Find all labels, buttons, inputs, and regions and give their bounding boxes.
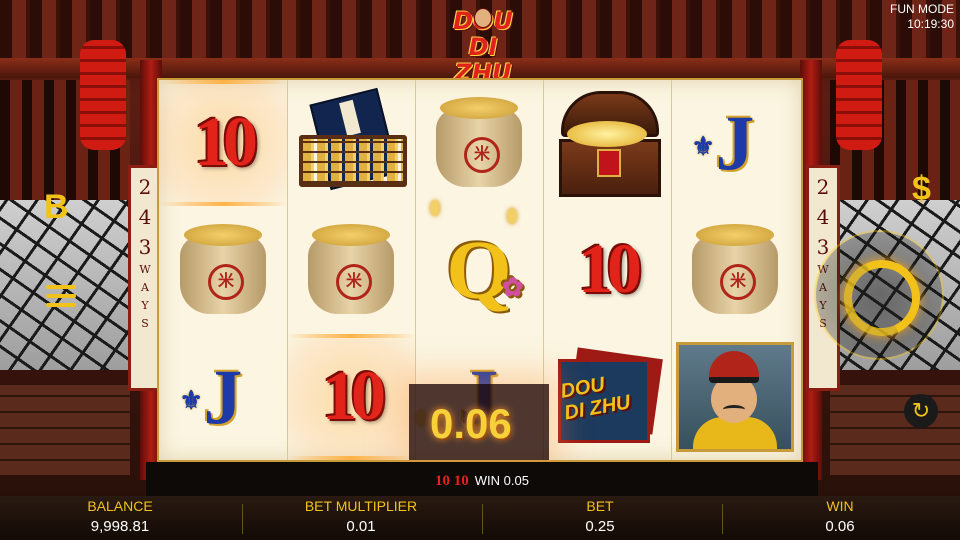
ways-digit: 3: [138, 235, 152, 259]
divider: [482, 504, 483, 534]
bet-field[interactable]: BET 0.25: [540, 496, 660, 540]
spin-arrow-icon: [833, 249, 931, 347]
bet-multiplier-label: BET MULTIPLIER: [304, 498, 418, 514]
game-screen: DOU DI ZHU FUN MODE 10:19:30 2 4 3 W A Y…: [0, 0, 960, 540]
menu-button[interactable]: [46, 280, 76, 312]
firecracker-icon: [80, 40, 126, 150]
bottom-bar: BALANCE 9,998.81 BET MULTIPLIER 0.01 BET…: [0, 496, 960, 540]
clock: 10:19:30: [907, 17, 954, 31]
win-line-info: 10 10 WIN 0.05: [146, 462, 818, 496]
seal-glyph: 米: [336, 264, 372, 300]
seal-glyph: 米: [720, 264, 756, 300]
balance-value: 9,998.81: [90, 518, 150, 535]
ten-glyph: 10: [322, 358, 386, 435]
ways-digit: 4: [138, 205, 152, 229]
reel-5: ⚜ J 米: [671, 80, 799, 460]
reel-1: 10 米 ⚜ J: [159, 80, 288, 460]
status-area: FUN MODE 10:19:30: [890, 2, 954, 32]
win-label: WIN: [826, 498, 854, 514]
ways-letter: W: [139, 263, 151, 276]
bet-settings-button[interactable]: $: [912, 170, 931, 209]
spin-button[interactable]: [816, 232, 942, 358]
ways-digit: 2: [816, 175, 830, 199]
rice-sack-icon: 米: [178, 220, 268, 320]
ways-digit: 4: [816, 205, 830, 229]
buy-bonus-button[interactable]: B: [44, 188, 69, 227]
coin-icon: [507, 208, 517, 224]
dou-di-zhu-logo-icon: DOU DI ZHU: [552, 347, 663, 445]
symbol-landlord: [671, 334, 799, 460]
divider: [722, 504, 723, 534]
mode-label: FUN MODE: [890, 2, 954, 16]
j-letter: J: [203, 353, 243, 440]
landlord-face-icon: [474, 8, 492, 28]
rice-sack-icon: 米: [306, 220, 396, 320]
lotus-icon: ✿: [501, 272, 524, 302]
symbol-game-logo: DOU DI ZHU: [543, 334, 671, 460]
rice-sack-icon: 米: [434, 93, 524, 193]
ways-letter: Y: [141, 299, 149, 313]
j-glyph: ⚜ J: [692, 98, 755, 188]
j-glyph: ⚜ J: [180, 352, 243, 442]
win-line-message: 10 10 WIN 0.05: [146, 473, 818, 490]
symbol-j: ⚜ J: [671, 80, 799, 206]
coin-icon: [430, 200, 440, 216]
ten-glyph: 10: [194, 104, 258, 181]
fleur-icon: ⚜: [691, 132, 715, 161]
win-line-text: WIN 0.05: [474, 473, 529, 488]
ways-letter: S: [141, 317, 149, 331]
game-logo: DOU DI ZHU: [438, 8, 528, 86]
treasure-chest-icon: [557, 91, 661, 197]
q-letter: Q: [446, 223, 512, 317]
logo-line-2: DI ZHU: [454, 33, 512, 87]
ways-banner-left: 2 4 3 W A Y S: [128, 165, 162, 391]
divider: [242, 504, 243, 534]
symbol-rice-sack: 米: [671, 207, 799, 333]
symbol-book-abacus: [287, 80, 415, 206]
rice-sack-icon: 米: [690, 220, 780, 320]
landlord-portrait-icon: [676, 342, 794, 452]
symbol-ten: 10: [287, 334, 415, 460]
bet-label: BET: [586, 498, 614, 514]
bet-multiplier-field[interactable]: BET MULTIPLIER 0.01: [276, 496, 446, 540]
win-amount: 0.06: [430, 400, 512, 447]
win-line-symbols: 10 10: [435, 473, 469, 489]
symbol-ten: 10: [543, 207, 671, 333]
ways-digit: 2: [138, 175, 152, 199]
symbol-rice-sack: 米: [159, 207, 287, 333]
menu-icon: [46, 285, 76, 289]
win-value: 0.06: [825, 518, 855, 535]
seal-glyph: 米: [464, 137, 500, 173]
ledger-abacus-icon: [299, 87, 407, 191]
symbol-treasure-chest: [543, 80, 671, 206]
symbol-rice-sack: 米: [415, 80, 543, 206]
fleur-icon: ⚜: [179, 386, 203, 415]
win-field: WIN 0.06: [780, 496, 900, 540]
q-glyph: Q ✿: [446, 222, 523, 319]
balance-field: BALANCE 9,998.81: [60, 496, 180, 540]
symbol-q: Q ✿: [415, 207, 543, 333]
right-brick-wall: [830, 385, 960, 475]
reel-2: 米 10: [287, 80, 416, 460]
ten-glyph: 10: [578, 231, 642, 308]
j-letter: J: [715, 99, 755, 186]
firecracker-icon: [836, 40, 882, 150]
left-brick-wall: [0, 385, 130, 475]
symbol-j: ⚜ J: [159, 334, 287, 460]
ways-letter: A: [141, 281, 149, 295]
balance-label: BALANCE: [87, 498, 153, 514]
bet-multiplier-value: 0.01: [346, 518, 376, 535]
autoplay-button[interactable]: ↻: [904, 394, 938, 428]
symbol-rice-sack: 米: [287, 207, 415, 333]
reel-4: 10 DOU DI ZHU: [543, 80, 672, 460]
symbol-ten: 10: [159, 80, 287, 206]
bet-value: 0.25: [585, 518, 615, 535]
seal-glyph: 米: [208, 264, 244, 300]
